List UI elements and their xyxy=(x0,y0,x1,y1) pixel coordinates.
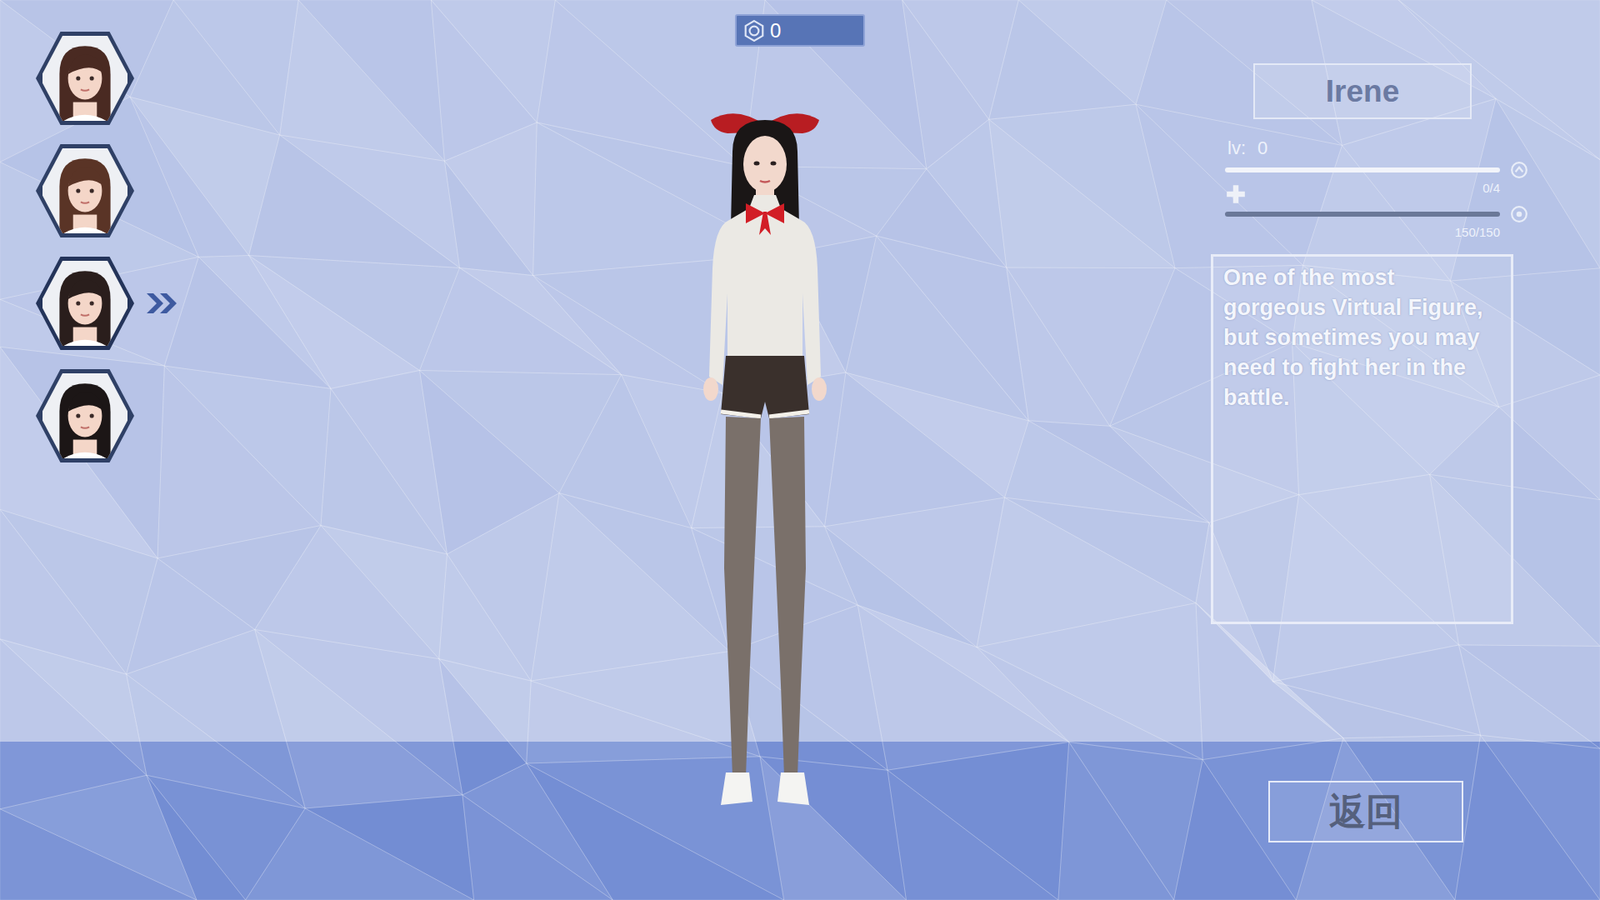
character-slot xyxy=(35,255,217,352)
character-model[interactable] xyxy=(677,101,853,844)
character-portrait[interactable] xyxy=(35,369,135,463)
character-slot xyxy=(35,142,217,240)
portrait-icon xyxy=(40,260,130,346)
exp-bar xyxy=(1225,160,1542,180)
heal-icon[interactable] xyxy=(1510,205,1529,224)
portrait-icon xyxy=(40,35,130,121)
portrait-icon xyxy=(40,373,130,459)
gear-icon xyxy=(743,20,765,42)
back-button[interactable]: 返回 xyxy=(1268,780,1464,843)
character-list xyxy=(0,0,217,900)
character-screen: 0 Irene lv:0 0/4 150/150 One of the most… xyxy=(0,0,1600,900)
character-portrait[interactable] xyxy=(35,144,135,238)
stage: 0 xyxy=(216,0,1211,900)
level-up-icon[interactable] xyxy=(1510,160,1529,180)
character-slot xyxy=(35,30,217,127)
stats: lv:0 0/4 150/150 xyxy=(1210,137,1542,240)
exp-reading: 0/4 xyxy=(1225,180,1500,195)
currency-bar: 0 xyxy=(735,14,865,47)
currency-amount: 0 xyxy=(770,19,781,43)
level-value: 0 xyxy=(1257,137,1268,160)
character-slot xyxy=(35,367,217,465)
portrait-icon xyxy=(40,148,130,234)
character-portrait[interactable] xyxy=(35,256,135,350)
description-text: One of the most gorgeous Virtual Figure,… xyxy=(1223,263,1501,414)
selected-arrow-icon xyxy=(144,290,181,316)
level-label: lv:0 xyxy=(1225,137,1542,160)
hp-track xyxy=(1225,211,1500,217)
exp-track xyxy=(1225,167,1500,173)
plus-icon[interactable] xyxy=(1225,183,1247,205)
description-box: One of the most gorgeous Virtual Figure,… xyxy=(1210,254,1514,625)
hp-reading: 150/150 xyxy=(1225,225,1500,240)
hp-bar xyxy=(1225,205,1542,224)
profile-panel: Irene lv:0 0/4 150/150 One of the most g… xyxy=(1210,0,1600,900)
character-portrait[interactable] xyxy=(35,31,135,125)
character-name: Irene xyxy=(1253,63,1472,120)
